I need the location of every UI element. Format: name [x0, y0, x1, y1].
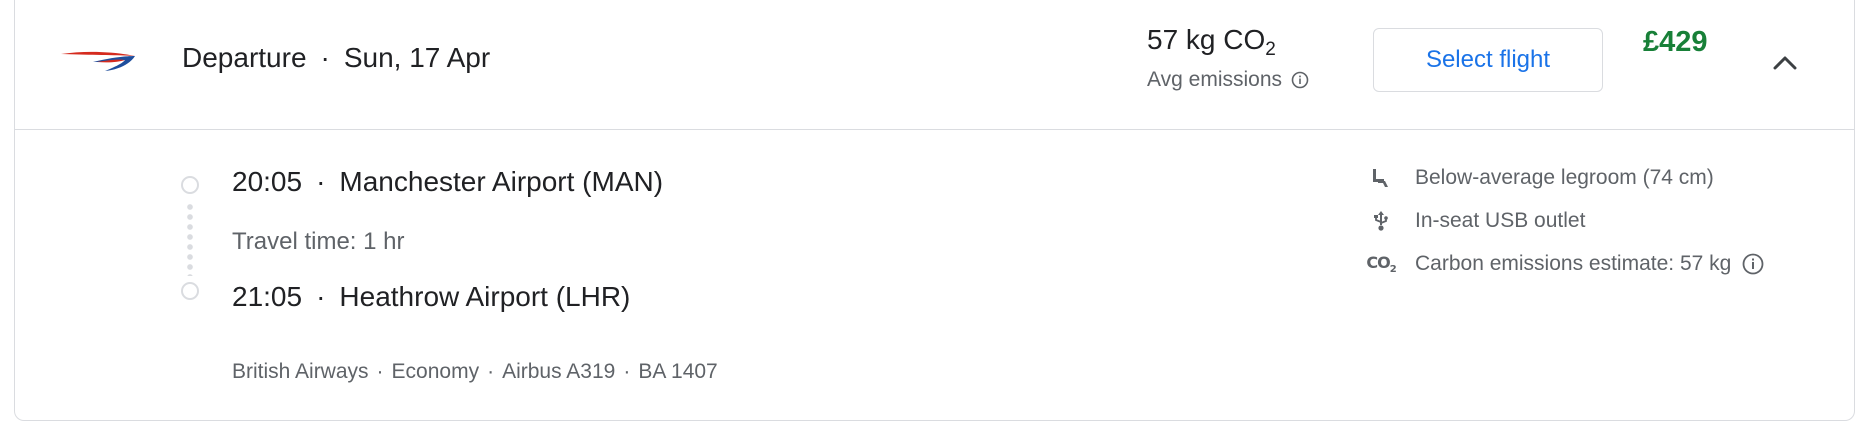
amenity-emissions-text: Carbon emissions estimate: 57 kg: [1415, 252, 1732, 275]
details-separator: ·: [623, 360, 631, 383]
amenity-usb-text: In-seat USB outlet: [1415, 209, 1586, 232]
arrival-airport: Heathrow Airport (LHR): [339, 281, 631, 312]
flight-header[interactable]: Departure · Sun, 17 Apr 57 kg CO2 Avg emis…: [15, 0, 1854, 130]
emissions-subscript: 2: [1265, 39, 1276, 60]
info-icon[interactable]: [1741, 252, 1765, 276]
flight-card: Departure · Sun, 17 Apr 57 kg CO2 Avg emis…: [14, 0, 1855, 421]
timeline-start-circle: [181, 176, 199, 194]
cabin-class: Economy: [391, 360, 480, 383]
departure-label: Departure: [182, 42, 307, 73]
details-separator: ·: [376, 360, 384, 383]
departure-time: 20:05: [232, 166, 303, 197]
british-airways-logo: [61, 51, 135, 71]
amenity-emissions: CO2 Carbon emissions estimate: 57 kg: [1363, 252, 1765, 276]
amenity-legroom: Below-average legroom (74 cm): [1363, 166, 1714, 190]
avg-emissions-label: Avg emissions: [1147, 68, 1283, 91]
co2-icon: CO2: [1366, 252, 1397, 276]
legroom-seat-icon: [1373, 169, 1388, 187]
departure-airport: Manchester Airport (MAN): [339, 166, 664, 197]
flight-number: BA 1407: [638, 360, 718, 383]
stop-separator: ·: [316, 281, 326, 312]
avg-emissions: Avg emissions: [1147, 68, 1310, 92]
aircraft-type: Airbus A319: [502, 360, 616, 383]
emissions-main: 57 kg CO: [1147, 24, 1266, 55]
timeline-dots: [187, 202, 193, 276]
emissions-value: 57 kg CO2: [1147, 24, 1276, 61]
timeline-end-circle: [181, 282, 199, 300]
departure-stop: 20:05 · Manchester Airport (MAN): [232, 166, 663, 198]
details-separator: ·: [487, 360, 495, 383]
flight-price: £429: [1643, 26, 1708, 58]
amenity-usb: In-seat USB outlet: [1363, 209, 1585, 233]
info-icon[interactable]: [1290, 70, 1310, 90]
airline-name: British Airways: [232, 360, 369, 383]
title-separator: ·: [320, 42, 330, 73]
departure-date: Sun, 17 Apr: [343, 42, 491, 73]
chevron-up-icon[interactable]: [1765, 42, 1805, 82]
flight-details: British Airways · Economy · Airbus A319 · BA 1…: [232, 360, 718, 384]
amenity-legroom-text: Below-average legroom (74 cm): [1415, 166, 1714, 189]
arrival-stop: 21:05 · Heathrow Airport (LHR): [232, 281, 630, 313]
stop-separator: ·: [316, 166, 326, 197]
departure-title: Departure · Sun, 17 Apr: [182, 42, 490, 74]
usb-icon: [1374, 211, 1388, 231]
travel-time: Travel time: 1 hr: [232, 228, 405, 255]
select-flight-button[interactable]: Select flight: [1373, 28, 1603, 92]
arrival-time: 21:05: [232, 281, 303, 312]
co2-icon-text: CO: [1366, 252, 1390, 272]
co2-icon-subscript: 2: [1389, 264, 1397, 276]
